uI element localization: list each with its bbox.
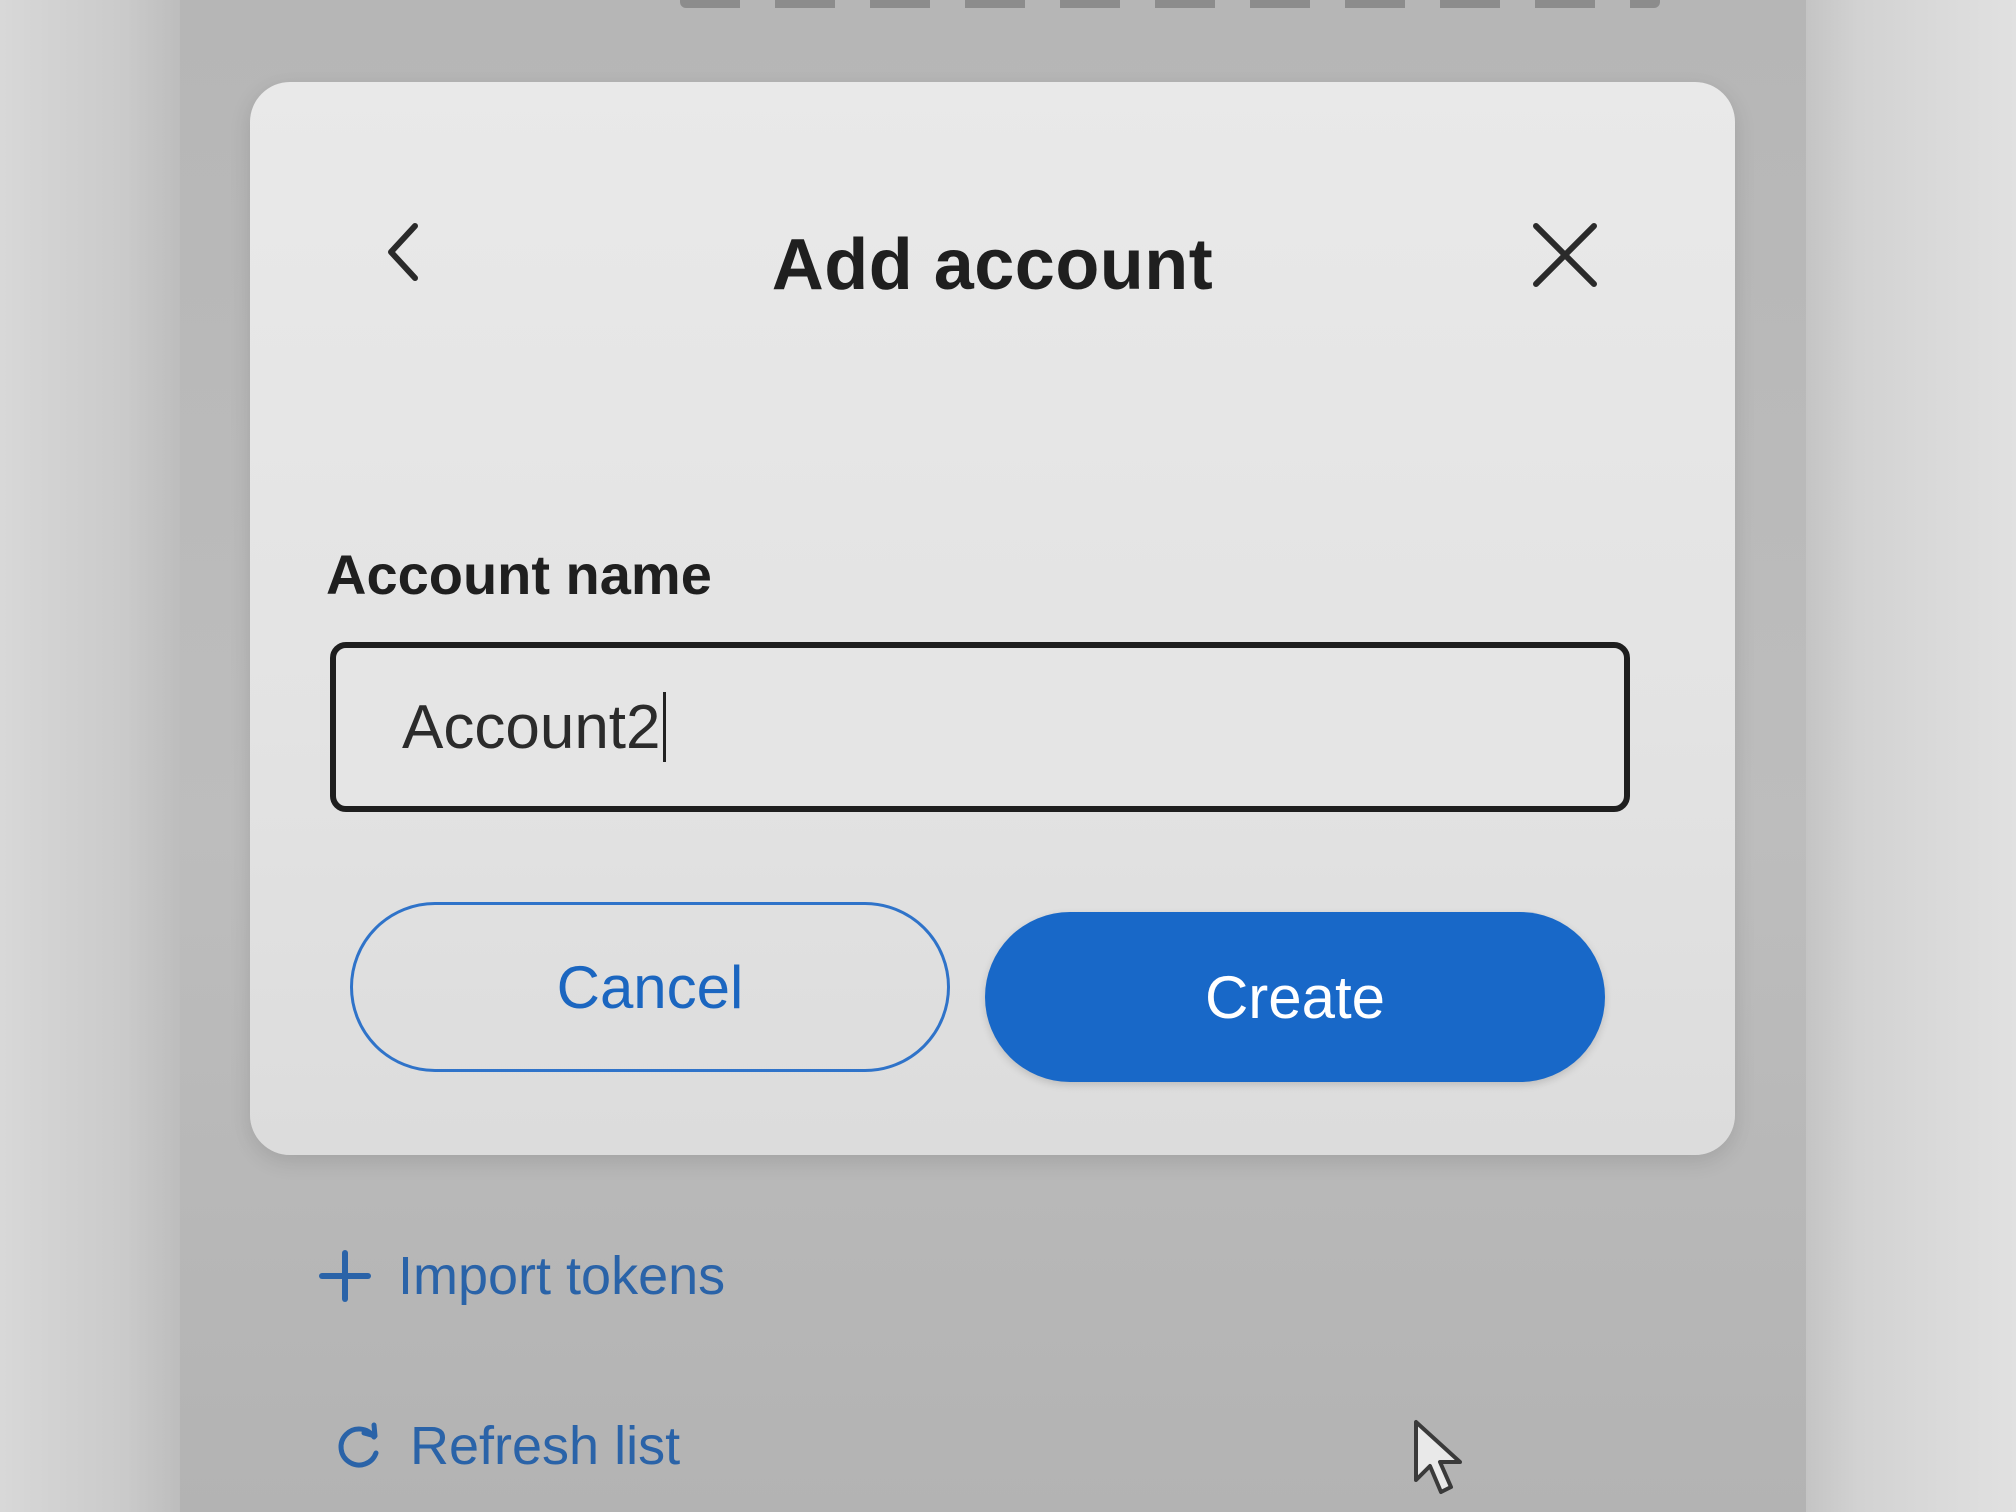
refresh-list-label: Refresh list <box>410 1416 681 1476</box>
create-label: Create <box>1204 963 1386 1031</box>
cancel-label: Cancel <box>556 953 744 1021</box>
add-account-modal: Add account Account name Account2 Cancel… <box>250 82 1735 1155</box>
obscured-header-text <box>680 0 1660 8</box>
account-name-input[interactable]: Account2 <box>330 642 1630 812</box>
create-button[interactable]: Create <box>985 912 1605 1082</box>
account-name-value: Account2 <box>402 692 661 762</box>
close-button[interactable] <box>1520 210 1610 300</box>
text-caret <box>662 692 666 762</box>
close-icon <box>1533 223 1597 287</box>
refresh-icon <box>330 1419 384 1473</box>
cancel-button[interactable]: Cancel <box>350 902 950 1072</box>
background-right <box>1806 0 2016 1512</box>
account-name-label: Account name <box>326 543 712 606</box>
import-tokens-label: Import tokens <box>398 1246 726 1306</box>
import-tokens-link[interactable]: Import tokens <box>318 1245 725 1307</box>
background-left <box>0 0 180 1512</box>
mouse-cursor-icon <box>1414 1420 1462 1494</box>
modal-title: Add account <box>771 225 1214 305</box>
plus-icon <box>318 1249 372 1303</box>
refresh-list-link[interactable]: Refresh list <box>330 1415 680 1477</box>
